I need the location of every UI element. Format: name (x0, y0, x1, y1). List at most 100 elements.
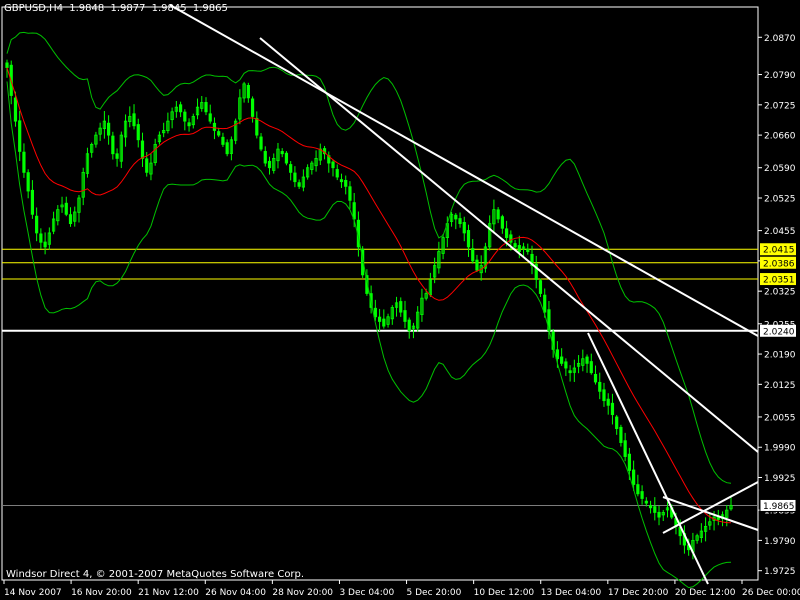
candle-body (225, 142, 229, 155)
candle-body (500, 216, 504, 229)
x-tick-label: 26 Dec 00:00 (742, 588, 800, 598)
candle-body (509, 234, 513, 243)
candle-body (284, 152, 289, 164)
candle-body (221, 136, 225, 145)
candle-body (644, 500, 648, 504)
candle-body (615, 416, 619, 429)
candle-body (462, 222, 466, 234)
low-value: 1.9845 (151, 3, 187, 14)
y-tick-label: 2.0590 (764, 164, 796, 174)
bollinger-upper-band (6, 31, 732, 484)
candle-body (280, 151, 284, 155)
candle-body (517, 245, 521, 252)
x-tick-label: 3 Dec 04:00 (339, 588, 394, 598)
candle-body (627, 453, 631, 471)
candle-body (475, 259, 479, 271)
y-tick-label: 2.0455 (764, 227, 796, 237)
close-value: 1.9865 (192, 3, 228, 14)
candle-body (107, 122, 111, 136)
price-label: 1.9865 (763, 502, 795, 512)
candle-body (560, 356, 564, 364)
candle-body (496, 209, 500, 220)
trendline (169, 4, 759, 337)
price-chart[interactable]: 2.0870 2.0790 2.0725 2.0660 2.0590 2.0525 2.04… (0, 0, 800, 600)
candle-body (136, 124, 140, 141)
candle-body (35, 215, 39, 234)
candle-body (623, 440, 627, 457)
candle-body (505, 228, 509, 238)
candle-body (526, 248, 530, 252)
x-tick-label: 10 Dec 12:00 (474, 588, 535, 598)
candle-body (471, 248, 475, 262)
candle-body (5, 62, 9, 68)
y-tick-label: 1.9925 (764, 474, 796, 484)
y-tick-label: 2.0125 (764, 381, 796, 391)
candle-body (657, 511, 661, 518)
candle-body (598, 381, 602, 392)
candle-body (289, 164, 293, 173)
x-tick-label: 17 Dec 20:00 (608, 588, 669, 598)
candle-body (344, 179, 348, 187)
candle-body (293, 172, 297, 183)
y-tick-label: 2.0190 (764, 351, 796, 361)
candle-body (217, 131, 221, 136)
candle-body (187, 122, 191, 127)
candle-body (30, 189, 35, 215)
candle-body (263, 151, 267, 164)
candle-body (585, 356, 589, 364)
candle-body (204, 102, 208, 113)
trendline (259, 37, 759, 453)
candle-body (212, 122, 217, 131)
candle-body (593, 373, 598, 383)
candle-body (606, 398, 610, 406)
candle-body (145, 158, 149, 173)
y-tick-label: 2.0525 (764, 195, 796, 205)
candle-body (13, 97, 18, 122)
candle-body (373, 307, 377, 318)
candle-body (619, 426, 623, 443)
candle-body (43, 241, 47, 248)
copyright-text: Windsor Direct 4, © 2001-2007 MetaQuotes… (6, 569, 305, 580)
candle-body (555, 349, 560, 360)
candle-body (640, 491, 644, 499)
price-label: 2.0240 (763, 327, 795, 337)
y-tick-label: 1.9725 (764, 567, 796, 577)
x-tick-label: 14 Nov 2007 (4, 588, 62, 598)
candle-body (589, 361, 593, 374)
x-tick-label: 13 Dec 04:00 (541, 588, 602, 598)
candle-body (610, 402, 615, 416)
candle-body (399, 301, 403, 313)
candle-body (246, 85, 250, 99)
candle-body (458, 218, 462, 225)
candle-body (68, 214, 73, 225)
x-tick-label: 21 Nov 12:00 (138, 588, 199, 598)
chart-header: GBPUSD,H4 1.9848 1.9877 1.9845 1.9865 (4, 3, 231, 14)
candle-body (267, 160, 272, 169)
candle-body (636, 484, 640, 495)
chart-window[interactable]: 2.0870 2.0790 2.0725 2.0660 2.0590 2.0525 2.04… (0, 0, 800, 600)
y-tick-label: 2.0725 (764, 101, 796, 111)
candle-body (568, 370, 572, 374)
candle-body (602, 389, 606, 402)
candle-body (382, 318, 386, 327)
candle-body (331, 161, 335, 169)
candle-body (39, 233, 43, 243)
y-tick-label: 1.9990 (764, 444, 796, 454)
x-tick-label: 28 Nov 20:00 (272, 588, 333, 598)
open-value: 1.9848 (69, 3, 105, 14)
candle-body (140, 140, 145, 159)
candle-body (543, 294, 547, 313)
price-label: 2.0415 (763, 246, 795, 256)
candle-body (377, 316, 382, 322)
moving-average-line (6, 67, 732, 524)
candle-body (183, 111, 187, 122)
candle-body (632, 469, 636, 485)
candle-body (335, 169, 339, 178)
candle-body (648, 505, 653, 509)
x-tick-label: 26 Nov 04:00 (205, 588, 266, 598)
trendline (587, 332, 709, 585)
candle-body (297, 182, 301, 187)
candle-body (339, 179, 344, 183)
candle-body (407, 319, 411, 332)
candle-body (564, 361, 568, 369)
